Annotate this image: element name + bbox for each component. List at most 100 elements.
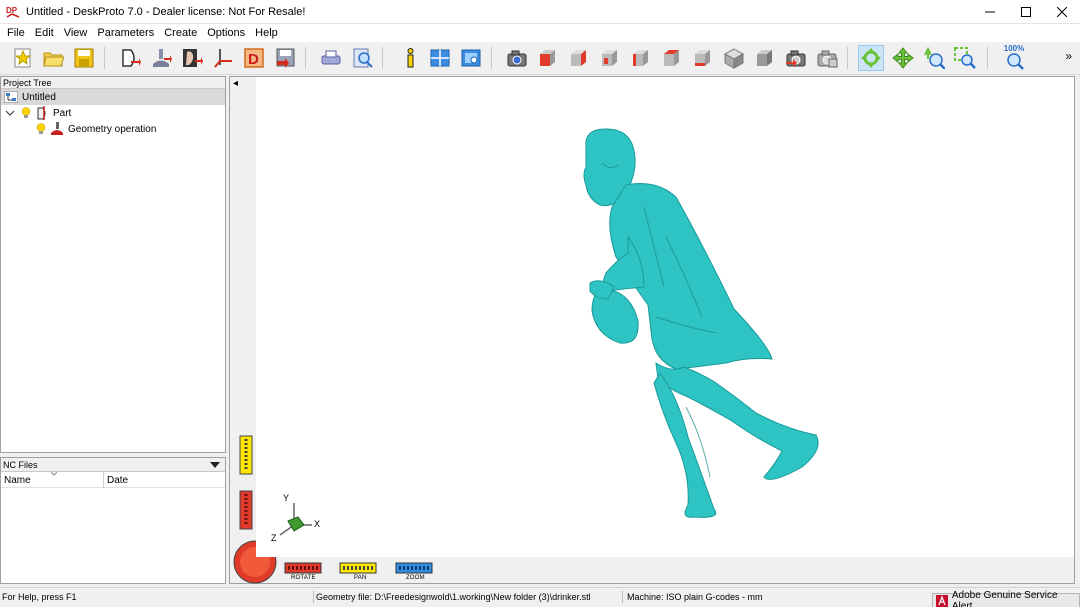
camera-view-icon bbox=[507, 50, 527, 67]
view-right-icon bbox=[571, 50, 586, 66]
view-iso-button[interactable] bbox=[721, 45, 747, 71]
view-extents-button[interactable] bbox=[814, 45, 840, 71]
dropdown-arrow-icon[interactable] bbox=[210, 461, 220, 469]
maximize-button[interactable] bbox=[1008, 0, 1044, 24]
new-project-button[interactable] bbox=[10, 45, 36, 71]
status-divider bbox=[313, 591, 314, 603]
single-view-button[interactable] bbox=[458, 45, 484, 71]
main-toolbar: D 100% » bbox=[0, 42, 1080, 75]
print-icon bbox=[321, 50, 341, 65]
zoom-mode-button[interactable] bbox=[921, 45, 947, 71]
part-icon bbox=[37, 106, 46, 120]
import-geometry-button[interactable] bbox=[179, 45, 205, 71]
menu-file[interactable]: File bbox=[3, 27, 29, 39]
project-tree-title: Project Tree bbox=[1, 77, 225, 89]
rotate-mode-button[interactable] bbox=[858, 45, 884, 71]
chevron-down-icon[interactable] bbox=[5, 108, 15, 118]
tree-label-project: Untitled bbox=[22, 91, 56, 103]
save-nc-icon bbox=[276, 48, 295, 68]
collapse-panel-button[interactable]: ◂ bbox=[233, 78, 238, 89]
view-bottom-button[interactable] bbox=[690, 45, 716, 71]
view-right-button[interactable] bbox=[566, 45, 592, 71]
save-nc-button[interactable] bbox=[272, 45, 298, 71]
svg-text:D: D bbox=[248, 51, 259, 68]
menu-parameters[interactable]: Parameters bbox=[93, 27, 158, 39]
view-shaded-button[interactable] bbox=[752, 45, 778, 71]
toolpath-icon bbox=[214, 49, 232, 68]
open-project-button[interactable] bbox=[40, 45, 66, 71]
column-header-date[interactable]: Date bbox=[107, 475, 128, 486]
drawing-button[interactable]: D bbox=[241, 45, 267, 71]
pan-bar[interactable] bbox=[339, 562, 377, 574]
view-front-icon bbox=[540, 50, 555, 66]
project-icon bbox=[4, 91, 18, 103]
window-title: Untitled - DeskProto 7.0 - Dealer licens… bbox=[26, 5, 306, 18]
column-divider[interactable] bbox=[103, 472, 104, 488]
zoom-window-button[interactable] bbox=[952, 45, 978, 71]
geometry-operation-icon bbox=[51, 122, 63, 135]
zoom-bar[interactable] bbox=[395, 562, 433, 574]
view-left-button[interactable] bbox=[628, 45, 654, 71]
toolpath-button[interactable] bbox=[210, 45, 236, 71]
view-bottom-icon bbox=[695, 50, 710, 66]
minimize-button[interactable] bbox=[972, 0, 1008, 24]
tree-item-part[interactable]: Part bbox=[1, 105, 225, 121]
rotate-label: ROTATE bbox=[291, 575, 316, 581]
close-button[interactable] bbox=[1044, 0, 1080, 24]
app-window: DP Untitled - DeskProto 7.0 - Dealer lic… bbox=[0, 0, 1080, 607]
lightbulb-icon[interactable] bbox=[36, 123, 46, 135]
new-project-icon bbox=[14, 48, 32, 68]
zoom-window-icon bbox=[954, 47, 976, 69]
save-icon bbox=[74, 48, 94, 68]
axis-x-label: X bbox=[314, 519, 320, 529]
open-folder-icon bbox=[43, 52, 64, 67]
view-extents-icon bbox=[817, 50, 838, 68]
zoom-level-label: 100% bbox=[1003, 44, 1025, 53]
pan-dial[interactable] bbox=[239, 435, 253, 475]
camera-view-button[interactable] bbox=[504, 45, 530, 71]
rotate-bar[interactable] bbox=[284, 562, 322, 574]
info-icon bbox=[407, 48, 414, 68]
menu-options[interactable]: Options bbox=[203, 27, 249, 39]
pan-mode-button[interactable] bbox=[890, 45, 916, 71]
new-part-button[interactable] bbox=[117, 45, 143, 71]
new-operation-button[interactable] bbox=[148, 45, 174, 71]
view-top-icon bbox=[664, 50, 679, 66]
print-preview-button[interactable] bbox=[349, 45, 375, 71]
menu-bar: File Edit View Parameters Create Options… bbox=[0, 24, 1080, 42]
view-back-button[interactable] bbox=[597, 45, 623, 71]
split-view-button[interactable] bbox=[427, 45, 453, 71]
save-project-button[interactable] bbox=[71, 45, 97, 71]
info-button[interactable] bbox=[397, 45, 423, 71]
view-back-icon bbox=[602, 50, 617, 66]
view-top-button[interactable] bbox=[659, 45, 685, 71]
view-shaded-icon bbox=[757, 50, 772, 66]
rotate-dial[interactable] bbox=[239, 490, 253, 530]
view-front-button[interactable] bbox=[535, 45, 561, 71]
status-help: For Help, press F1 bbox=[2, 592, 77, 602]
model-drinker[interactable] bbox=[256, 77, 1074, 557]
new-operation-icon bbox=[153, 49, 172, 67]
deskproto-logo-icon: DP bbox=[5, 3, 21, 20]
zoom-100-button[interactable]: 100% bbox=[1000, 44, 1028, 71]
menu-create[interactable]: Create bbox=[160, 27, 201, 39]
zoom-mode-icon bbox=[924, 47, 945, 69]
menu-help[interactable]: Help bbox=[251, 27, 282, 39]
tree-label-part: Part bbox=[53, 107, 72, 119]
tree-item-geometry-operation[interactable]: Geometry operation bbox=[1, 121, 225, 137]
column-header-name[interactable]: Name bbox=[4, 475, 31, 486]
reset-view-button[interactable] bbox=[783, 45, 809, 71]
status-divider bbox=[622, 591, 623, 603]
toolbar-overflow-button[interactable]: » bbox=[1065, 49, 1072, 63]
close-icon bbox=[1057, 7, 1067, 17]
tree-item-project[interactable]: Untitled bbox=[1, 89, 225, 105]
adobe-alert-button[interactable]: Adobe Genuine Service Alert bbox=[932, 590, 1080, 607]
menu-edit[interactable]: Edit bbox=[31, 27, 58, 39]
lightbulb-icon[interactable] bbox=[21, 107, 31, 119]
menu-view[interactable]: View bbox=[60, 27, 92, 39]
3d-viewport[interactable]: Y X Z bbox=[256, 77, 1074, 557]
sort-indicator-icon bbox=[51, 472, 57, 476]
maximize-icon bbox=[1021, 7, 1031, 17]
print-button[interactable] bbox=[318, 45, 344, 71]
single-view-icon bbox=[461, 49, 481, 67]
